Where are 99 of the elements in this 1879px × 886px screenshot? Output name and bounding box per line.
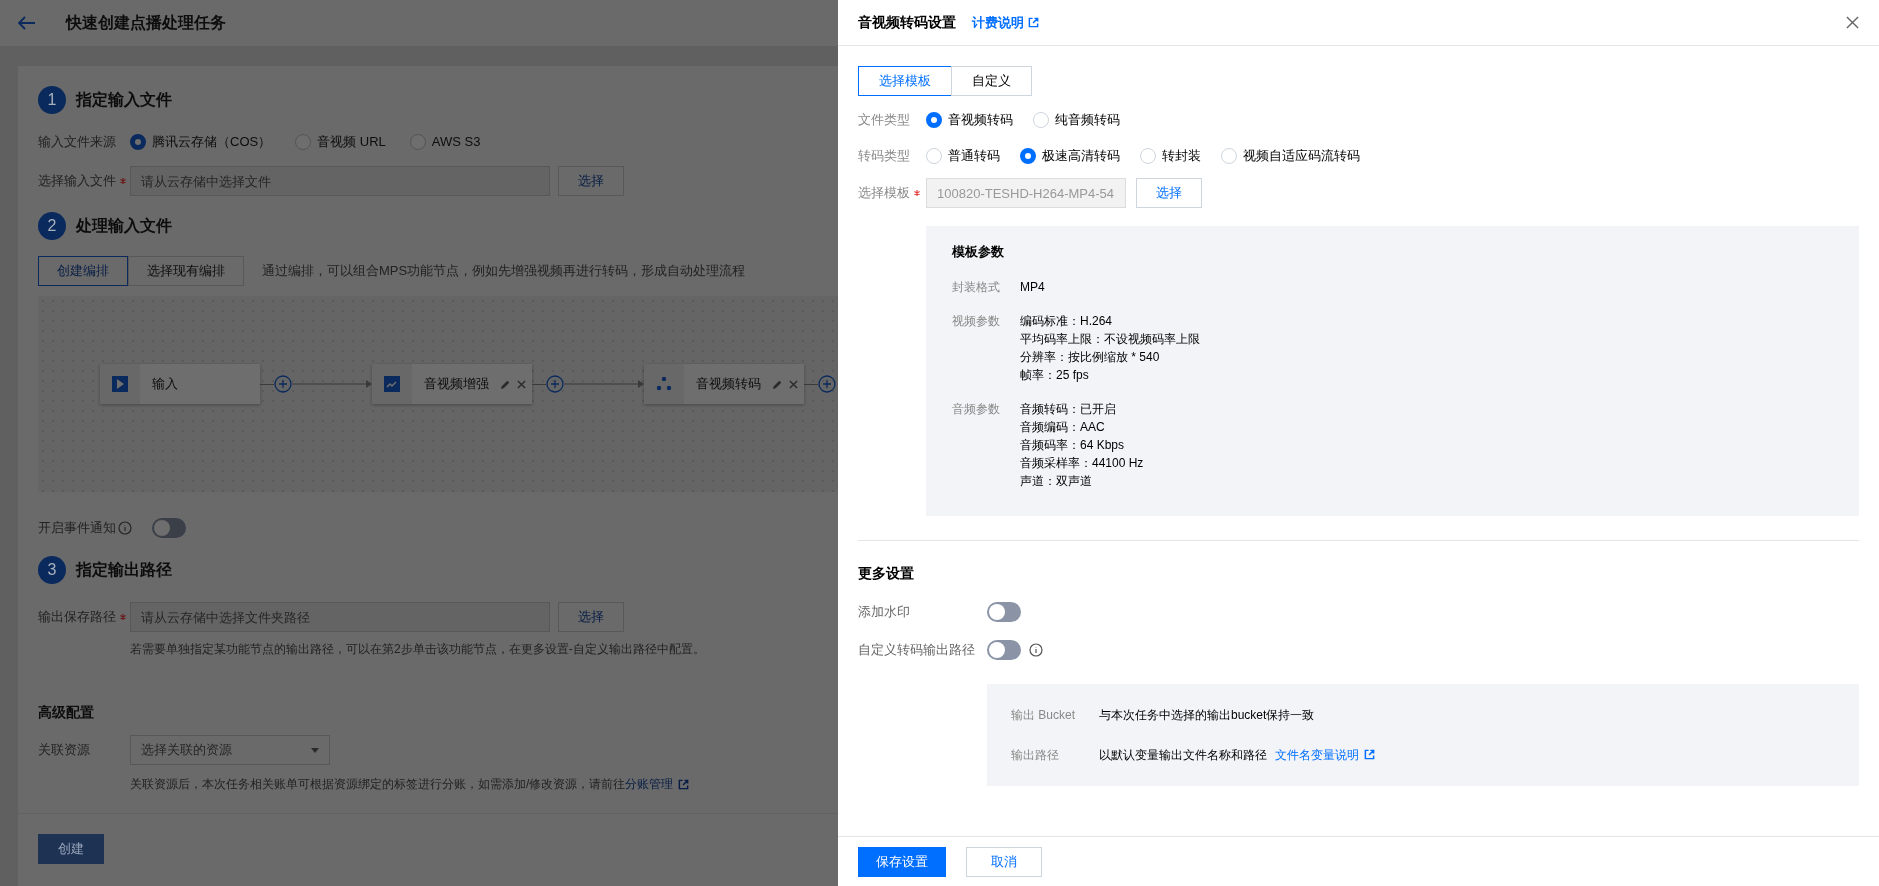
- radio-option[interactable]: 腾讯云存储（COS）: [130, 132, 272, 152]
- field-label: 选择输入文件: [38, 172, 116, 191]
- step-number: 2: [38, 212, 66, 240]
- radio-option[interactable]: 转封装: [1140, 146, 1201, 166]
- radio-button[interactable]: [409, 134, 426, 150]
- tab[interactable]: 选择现有编排: [128, 256, 244, 286]
- select-button[interactable]: 选择: [558, 166, 624, 196]
- param-label: 封装格式: [952, 278, 1001, 296]
- drawer-title: 音视频转码设置: [858, 13, 956, 32]
- param-value: 音频码率：64 Kbps: [1020, 436, 1126, 454]
- param-value: 分辨率：按比例缩放 * 540: [1020, 348, 1161, 366]
- workflow-node[interactable]: 音视频增强: [372, 364, 532, 404]
- field-label: 自定义转码输出路径: [858, 640, 976, 659]
- page-title: 快速创建点播处理任务: [66, 13, 226, 33]
- arrow-icon: [292, 379, 372, 389]
- node-label: 音视频转码: [696, 375, 762, 394]
- select-button[interactable]: 选择: [558, 602, 624, 632]
- field-value: 与本次任务中选择的输出bucket保持一致: [1099, 706, 1315, 724]
- info-icon: [118, 521, 132, 535]
- variable-link[interactable]: 文件名变量说明: [1275, 745, 1359, 764]
- radio-option[interactable]: 普通转码: [926, 146, 1000, 166]
- hint-text: 关联资源后，本次任务相关账单可根据资源绑定的标签进行分账，如需添加/修改资源，请前往分账管理: [130, 775, 838, 793]
- back-arrow-icon[interactable]: [18, 16, 36, 30]
- file-input-field[interactable]: 请从云存储中选择文件: [130, 166, 550, 196]
- field-label: 输出 Bucket: [1011, 706, 1077, 724]
- tab[interactable]: 选择模板: [858, 66, 952, 96]
- param-value: 音频转码：已开启: [1020, 400, 1117, 418]
- param-value: MP4: [1020, 278, 1045, 296]
- create-button[interactable]: 创建: [38, 834, 104, 864]
- path-input-field[interactable]: 请从云存储中选择文件夹路径: [130, 602, 550, 632]
- section-title: 高级配置: [38, 703, 95, 722]
- radio-option[interactable]: 音视频转码: [926, 110, 1013, 130]
- pencil-icon[interactable]: [500, 378, 511, 390]
- param-value: 音频采样率：44100 Hz: [1020, 454, 1144, 472]
- field-label: 转码类型: [858, 147, 911, 166]
- param-label: 音频参数: [952, 400, 1001, 418]
- field-value: 以默认变量输出文件名称和路径: [1099, 746, 1267, 764]
- field-label: 开启事件通知: [38, 519, 116, 538]
- step-number: 1: [38, 86, 66, 114]
- field-label: 输出路径: [1011, 746, 1060, 764]
- param-value: 帧率：25 fps: [1020, 366, 1090, 384]
- billing-link[interactable]: 分账管理: [625, 775, 674, 793]
- field-label: 添加水印: [858, 602, 911, 621]
- toggle-switch[interactable]: [152, 518, 186, 538]
- param-value: 平均码率上限：不设视频码率上限: [1020, 330, 1200, 348]
- info-icon: [1029, 642, 1043, 657]
- close-icon[interactable]: [789, 379, 798, 389]
- radio-button[interactable]: [295, 134, 312, 150]
- toggle-switch[interactable]: [987, 639, 1021, 660]
- play-icon: [111, 375, 129, 393]
- param-value: 声道：双声道: [1020, 472, 1093, 490]
- pencil-icon[interactable]: [772, 378, 783, 390]
- step-title: 指定输出路径: [76, 560, 172, 580]
- external-link-icon: [1028, 17, 1039, 28]
- workflow-node[interactable]: 输入: [100, 364, 260, 404]
- param-value: 音频编码：AAC: [1020, 418, 1106, 436]
- nodes-icon: [655, 375, 673, 393]
- field-label: 关联资源: [38, 741, 91, 760]
- node-label: 输入: [152, 375, 179, 394]
- toggle-switch[interactable]: [987, 601, 1021, 622]
- tab[interactable]: 创建编排: [38, 256, 128, 286]
- radio-option[interactable]: 音视频 URL: [295, 132, 386, 152]
- workflow-node[interactable]: 音视频转码: [644, 364, 804, 404]
- cancel-button[interactable]: 取消: [966, 846, 1042, 877]
- tab[interactable]: 自定义: [951, 66, 1032, 96]
- section-title: 更多设置: [858, 563, 915, 583]
- hint-text: 通过编排，可以组合MPS功能节点，例如先增强视频再进行转码，形成自动处理流程: [262, 262, 746, 281]
- step-number: 3: [38, 556, 66, 584]
- resource-dropdown[interactable]: 选择关联的资源: [130, 735, 330, 765]
- node-label: 音视频增强: [424, 375, 490, 394]
- caret-icon: [311, 747, 319, 753]
- hint-text: 若需要单独指定某功能节点的输出路径，可以在第2步单击该功能节点，在更多设置-自定义输出路径中配置。: [130, 641, 706, 658]
- close-icon[interactable]: [517, 379, 526, 389]
- param-label: 视频参数: [952, 312, 1001, 330]
- external-link-icon: [1364, 749, 1375, 760]
- add-node-icon[interactable]: [818, 375, 836, 393]
- add-node-icon[interactable]: [274, 375, 292, 393]
- field-label: 文件类型: [858, 111, 911, 130]
- billing-link[interactable]: 计费说明: [972, 12, 1024, 33]
- step-title: 指定输入文件: [76, 90, 172, 110]
- arrow-icon: [564, 379, 644, 389]
- step-title: 处理输入文件: [76, 216, 172, 236]
- radio-option[interactable]: 纯音频转码: [1033, 110, 1120, 130]
- radio-button[interactable]: [926, 112, 942, 128]
- close-icon[interactable]: [1846, 16, 1859, 29]
- field-label: 输入文件来源: [38, 133, 117, 152]
- chart-icon: [383, 375, 401, 393]
- radio-button[interactable]: [1020, 148, 1036, 164]
- radio-option[interactable]: 极速高清转码: [1020, 146, 1120, 166]
- radio-option[interactable]: 视频自适应码流转码: [1221, 146, 1360, 166]
- field-label: 选择模板: [858, 184, 910, 203]
- add-node-icon[interactable]: [546, 375, 564, 393]
- panel-title: 模板参数: [952, 243, 1005, 261]
- external-link-icon: [678, 778, 690, 790]
- param-value: 编码标准：H.264: [1020, 312, 1114, 330]
- field-label: 输出保存路径: [38, 608, 116, 627]
- radio-button[interactable]: [130, 134, 146, 150]
- save-button[interactable]: 保存设置: [858, 846, 946, 877]
- radio-option[interactable]: AWS S3: [409, 132, 481, 152]
